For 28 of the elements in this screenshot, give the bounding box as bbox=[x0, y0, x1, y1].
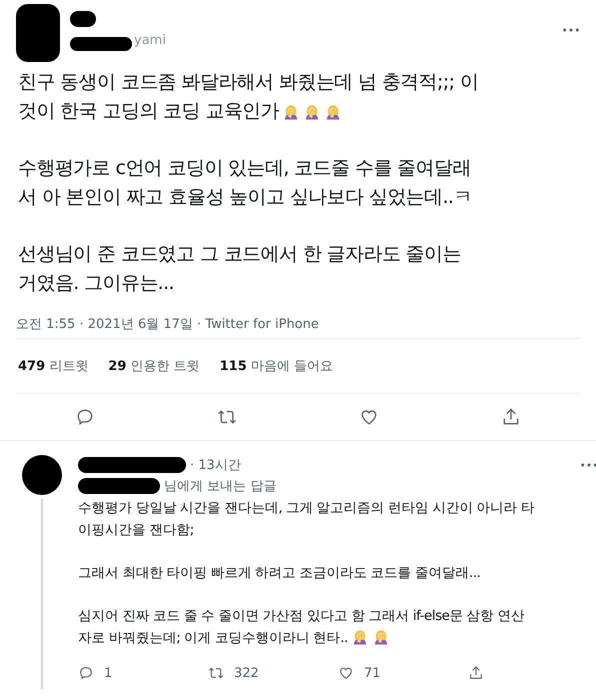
redaction-mark bbox=[70, 10, 96, 26]
reply-time: · 13시간 bbox=[190, 457, 241, 474]
reply-icon[interactable] bbox=[78, 665, 94, 681]
replying-to-label: 님에게 보내는 답글 bbox=[164, 478, 276, 495]
reply-text: 심지어 진짜 코드 줄 수 줄이면 가산점 있다고 함 그래서 if-else문 삼항 연산 자로 바꿔줬는데; 이게 코딩수행이라니 현타.. bbox=[78, 607, 526, 648]
stat-label[interactable]: 479 리트윗 bbox=[18, 357, 88, 375]
more-icon[interactable] bbox=[562, 27, 580, 33]
reply-icon[interactable] bbox=[75, 407, 95, 427]
tweet-text: 친구 동생이 코드좀 봐달라해서 봐줬는데 넘 충격적;;; 이 것이 한국 고딩의 코딩 교육인가 bbox=[18, 70, 480, 124]
heart-icon[interactable] bbox=[338, 665, 354, 681]
tweet-text: 수행평가로 c언어 코딩이 있는데, 코드줄 수를 줄여달래 서 아 본인이 짜고 효율성 높이고 싶나보다 싶었는데..ㅋ bbox=[18, 156, 473, 210]
tweet-text: 선생님이 준 코드였고 그 코드에서 한 글자라도 줄이는 거였음. 그이유는... bbox=[18, 242, 462, 296]
user-handle: yami bbox=[134, 33, 166, 48]
reply-text: 그래서 최대한 타이핑 빠르게 하려고 조금이라도 코드를 줄여달래... bbox=[78, 564, 482, 583]
retweet-icon[interactable] bbox=[208, 665, 224, 681]
redaction-mark bbox=[70, 36, 132, 50]
stat-label[interactable]: 29 인용한 트윗 bbox=[108, 357, 200, 375]
share-icon[interactable] bbox=[501, 407, 521, 427]
action-count: 322 bbox=[234, 666, 259, 680]
redaction-mark bbox=[16, 4, 60, 62]
action-count: 1 bbox=[104, 666, 112, 680]
reply-text: 수행평가 당일날 시간을 잰다는데, 그게 알고리즘의 런타임 시간이 아니라 타 이핑시간을 잰다함; bbox=[78, 499, 536, 540]
action-count: 71 bbox=[364, 666, 381, 680]
avatar[interactable] bbox=[22, 455, 62, 495]
share-icon[interactable] bbox=[468, 665, 484, 681]
more-icon[interactable] bbox=[580, 462, 596, 468]
tweet-timestamp: 오전 1:55 · 2021년 6월 17일 · Twitter for iPhone bbox=[15, 316, 320, 334]
stat-label[interactable]: 115 마음에 들어요 bbox=[220, 357, 334, 375]
